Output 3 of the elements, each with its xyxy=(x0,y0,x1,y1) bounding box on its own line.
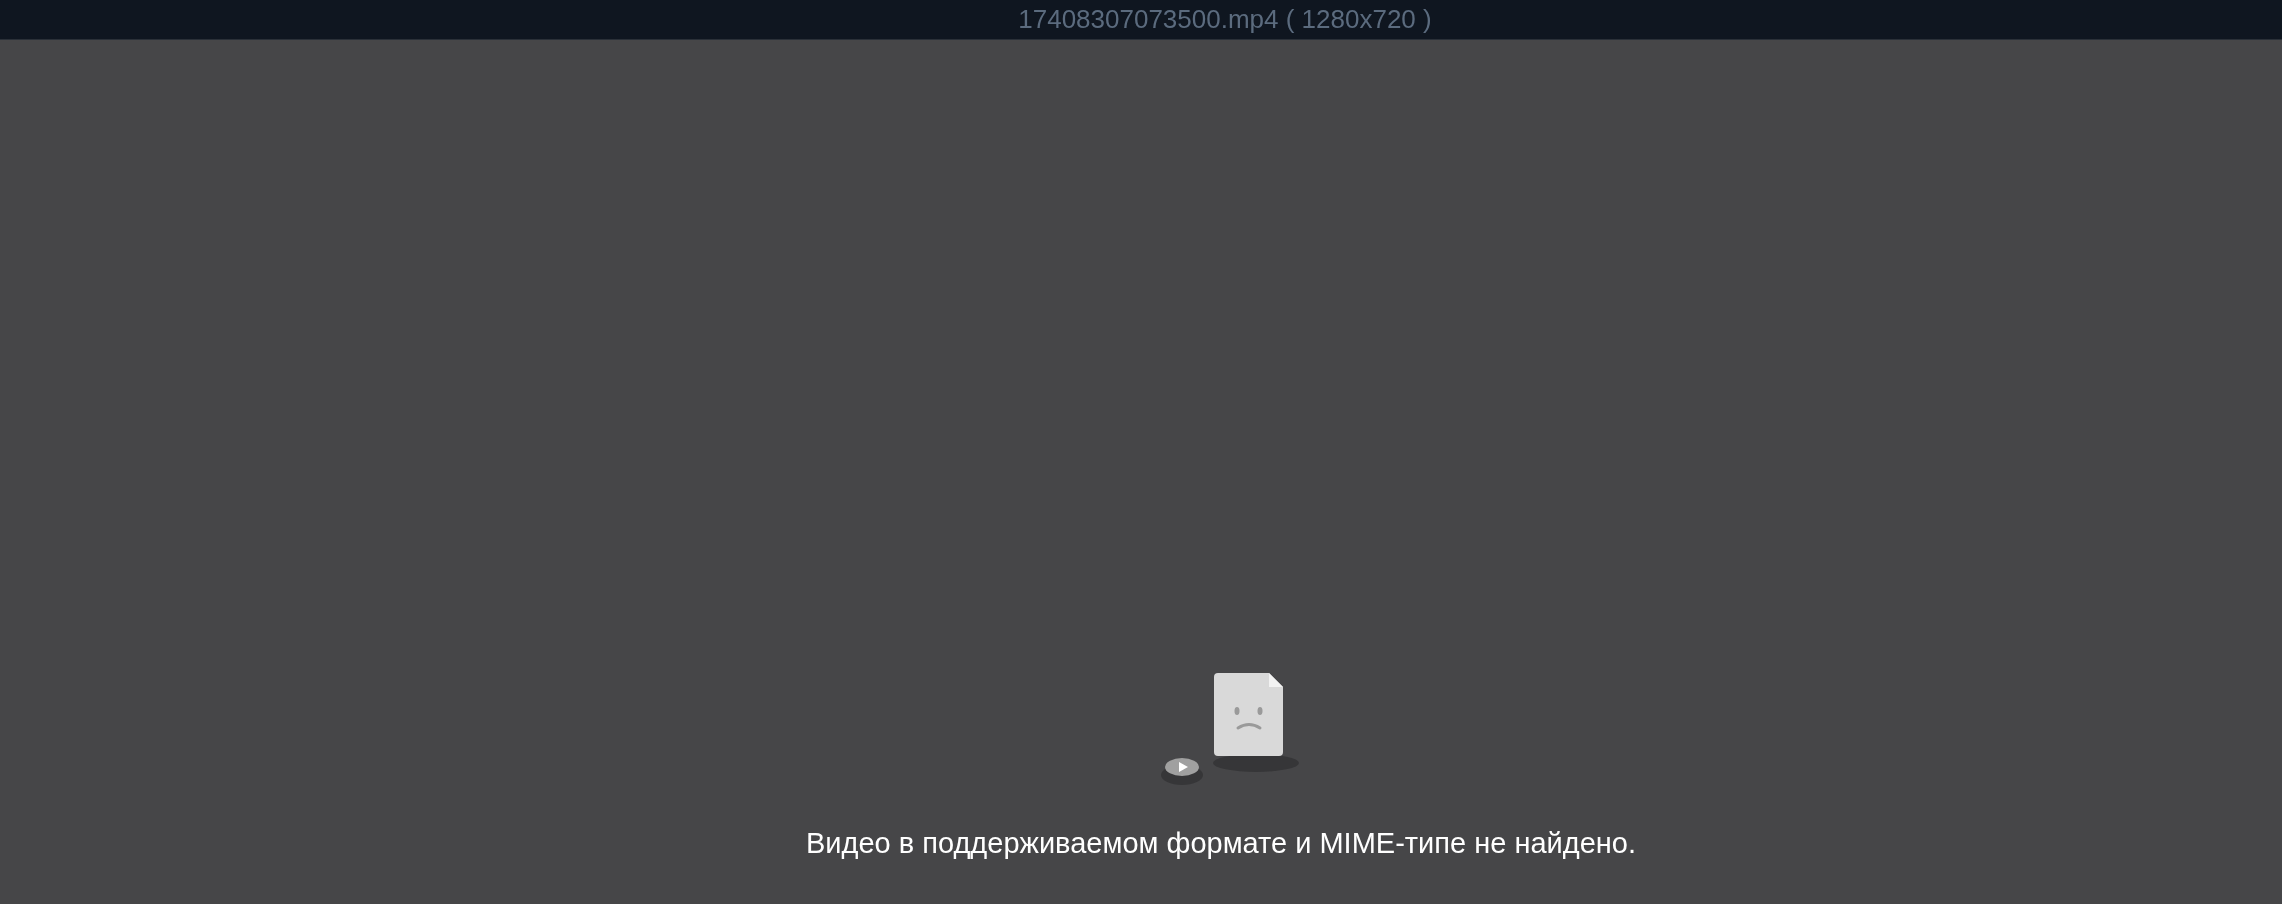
broken-file-icon xyxy=(1159,673,1299,787)
error-message: Видео в поддерживаемом формате и MIME-типе не найдено. xyxy=(805,827,1636,860)
window-title: 17408307073500.mp4 ( 1280x720 ) xyxy=(1017,4,1432,35)
